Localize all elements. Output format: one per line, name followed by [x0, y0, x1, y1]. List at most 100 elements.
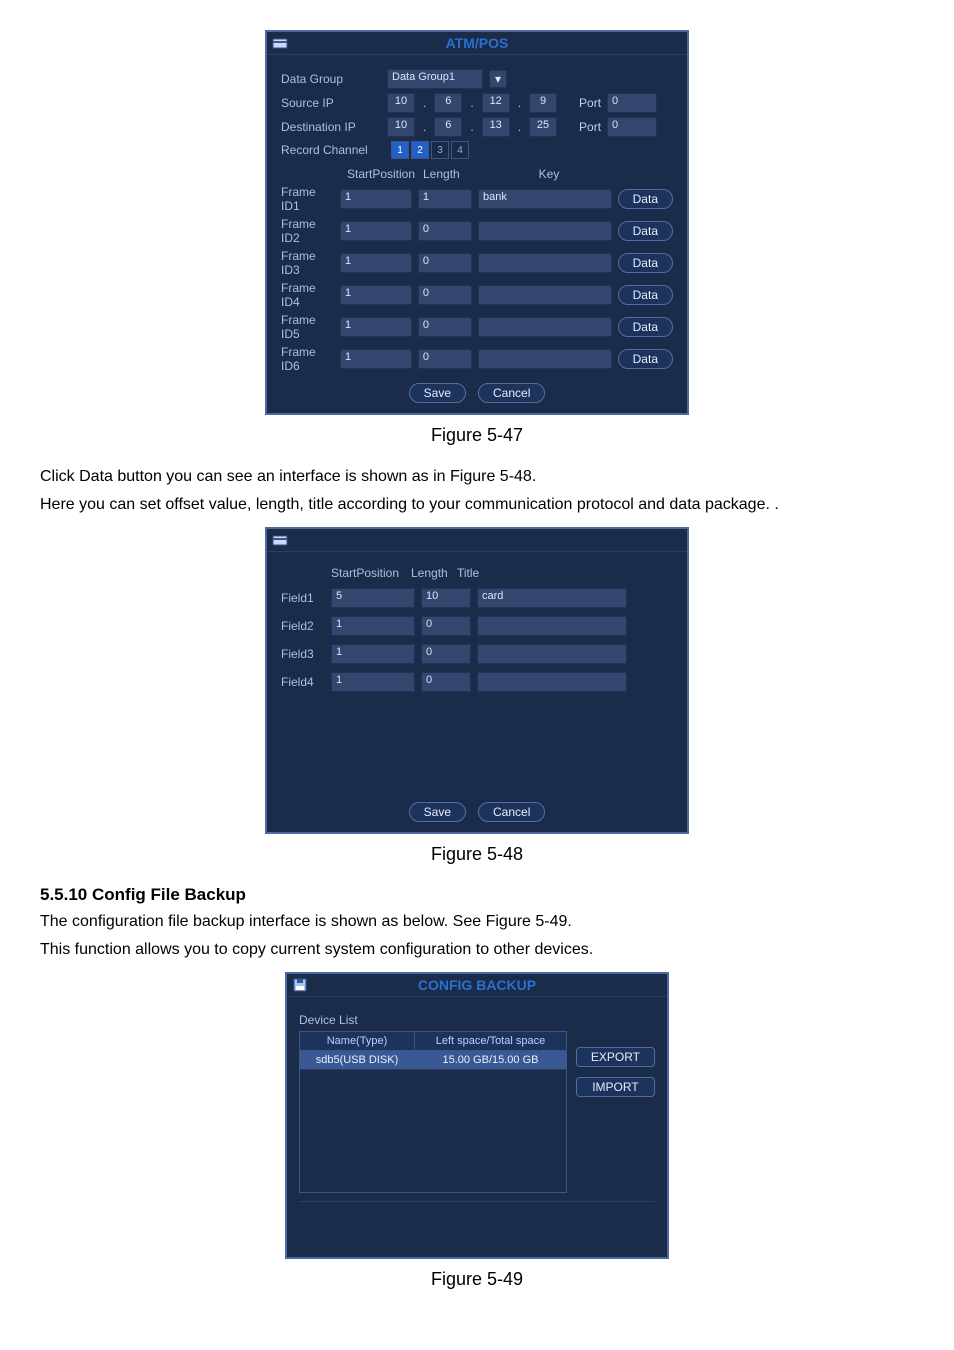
data-button[interactable]: Data — [618, 285, 673, 305]
start-input[interactable]: 1 — [331, 616, 415, 636]
device-list-box: Name(Type) Left space/Total space sdb5(U… — [299, 1031, 567, 1193]
len-input[interactable]: 0 — [418, 221, 472, 241]
key-input[interactable] — [478, 253, 612, 273]
dst-ip-0[interactable]: 10 — [387, 117, 415, 137]
start-input[interactable]: 1 — [340, 285, 412, 305]
table-row: Frame ID5 1 0 Data — [281, 313, 673, 341]
start-input[interactable]: 1 — [340, 349, 412, 369]
src-ip-2[interactable]: 12 — [482, 93, 510, 113]
chevron-down-icon[interactable]: ▾ — [489, 70, 507, 88]
export-button[interactable]: EXPORT — [576, 1047, 655, 1067]
atmpos-dialog: ATM/POS Data Group Data Group1 ▾ Source … — [265, 30, 689, 415]
record-channel-4[interactable]: 4 — [451, 141, 469, 159]
start-input[interactable]: 1 — [340, 221, 412, 241]
len-input[interactable]: 0 — [418, 253, 472, 273]
key-input[interactable] — [478, 285, 612, 305]
card-icon — [271, 34, 289, 52]
field-body: StartPosition Length Title Field1 5 10 c… — [267, 552, 687, 832]
start-input[interactable]: 1 — [331, 644, 415, 664]
src-ip-3[interactable]: 9 — [529, 93, 557, 113]
start-input[interactable]: 1 — [340, 189, 412, 209]
dst-port-input[interactable]: 0 — [607, 117, 657, 137]
config-title: CONFIG BACKUP — [418, 977, 536, 993]
record-channel-group: 1 2 3 4 — [391, 141, 469, 159]
table-row: Field1 5 10 card — [281, 588, 673, 608]
data-group-select[interactable]: Data Group1 — [387, 69, 483, 89]
title-input[interactable]: card — [477, 588, 627, 608]
src-ip-0[interactable]: 10 — [387, 93, 415, 113]
data-button[interactable]: Data — [618, 317, 673, 337]
frame-label: Frame ID6 — [281, 345, 334, 373]
device-list-header: Name(Type) Left space/Total space — [300, 1032, 566, 1051]
frame-label: Frame ID3 — [281, 249, 334, 277]
atmpos-body: Data Group Data Group1 ▾ Source IP 10. 6… — [267, 55, 687, 413]
body-text: Click Data button you can see an interfa… — [40, 466, 914, 488]
col-key: Key — [479, 167, 619, 181]
start-input[interactable]: 1 — [340, 317, 412, 337]
figure-caption-47: Figure 5-47 — [40, 425, 914, 446]
label-data-group: Data Group — [281, 72, 381, 86]
table-row: Frame ID3 1 0 Data — [281, 249, 673, 277]
divider — [299, 1201, 655, 1202]
label-dest-ip: Destination IP — [281, 120, 381, 134]
dst-ip-2[interactable]: 13 — [482, 117, 510, 137]
dst-ip-3[interactable]: 25 — [529, 117, 557, 137]
start-input[interactable]: 1 — [340, 253, 412, 273]
config-backup-dialog: CONFIG BACKUP Device List Name(Type) Lef… — [285, 972, 669, 1259]
start-input[interactable]: 1 — [331, 672, 415, 692]
len-input[interactable]: 1 — [418, 189, 472, 209]
frame-label: Frame ID2 — [281, 217, 334, 245]
body-text: Here you can set offset value, length, t… — [40, 494, 914, 516]
record-channel-2[interactable]: 2 — [411, 141, 429, 159]
config-body: Device List Name(Type) Left space/Total … — [287, 997, 667, 1257]
key-input[interactable] — [478, 317, 612, 337]
key-input[interactable]: bank — [478, 189, 612, 209]
data-button[interactable]: Data — [618, 189, 673, 209]
title-input[interactable] — [477, 672, 627, 692]
data-button[interactable]: Data — [618, 349, 673, 369]
body-text: The configuration file backup interface … — [40, 911, 914, 933]
title-input[interactable] — [477, 616, 627, 636]
table-row: Frame ID6 1 0 Data — [281, 345, 673, 373]
record-channel-1[interactable]: 1 — [391, 141, 409, 159]
frame-label: Frame ID5 — [281, 313, 334, 341]
import-button[interactable]: IMPORT — [576, 1077, 655, 1097]
record-channel-3[interactable]: 3 — [431, 141, 449, 159]
atmpos-titlebar: ATM/POS — [267, 32, 687, 55]
save-button[interactable]: Save — [409, 802, 466, 822]
len-input[interactable]: 0 — [421, 644, 471, 664]
table-row: Field4 1 0 — [281, 672, 673, 692]
len-input[interactable]: 0 — [418, 317, 472, 337]
dst-ip-1[interactable]: 6 — [434, 117, 462, 137]
title-input[interactable] — [477, 644, 627, 664]
figure-caption-48: Figure 5-48 — [40, 844, 914, 865]
len-input[interactable]: 0 — [421, 616, 471, 636]
table-row: Frame ID4 1 0 Data — [281, 281, 673, 309]
data-button[interactable]: Data — [618, 221, 673, 241]
body-text: This function allows you to copy current… — [40, 939, 914, 961]
len-input[interactable]: 0 — [418, 285, 472, 305]
figure-caption-49: Figure 5-49 — [40, 1269, 914, 1290]
card-icon — [271, 531, 289, 549]
len-input[interactable]: 10 — [421, 588, 471, 608]
key-input[interactable] — [478, 349, 612, 369]
col-length: Length — [411, 566, 451, 580]
data-button[interactable]: Data — [618, 253, 673, 273]
col-space: Left space/Total space — [415, 1032, 566, 1050]
device-name: sdb5(USB DISK) — [300, 1051, 415, 1069]
start-input[interactable]: 5 — [331, 588, 415, 608]
col-startpos: StartPosition — [331, 566, 405, 580]
col-name: Name(Type) — [300, 1032, 415, 1050]
save-button[interactable]: Save — [409, 383, 466, 403]
cancel-button[interactable]: Cancel — [478, 383, 545, 403]
len-input[interactable]: 0 — [418, 349, 472, 369]
len-input[interactable]: 0 — [421, 672, 471, 692]
device-row[interactable]: sdb5(USB DISK) 15.00 GB/15.00 GB — [300, 1051, 566, 1070]
cancel-button[interactable]: Cancel — [478, 802, 545, 822]
device-list-label: Device List — [299, 1013, 655, 1027]
col-title: Title — [457, 566, 597, 580]
col-startpos: StartPosition — [347, 167, 417, 181]
key-input[interactable] — [478, 221, 612, 241]
src-ip-1[interactable]: 6 — [434, 93, 462, 113]
src-port-input[interactable]: 0 — [607, 93, 657, 113]
